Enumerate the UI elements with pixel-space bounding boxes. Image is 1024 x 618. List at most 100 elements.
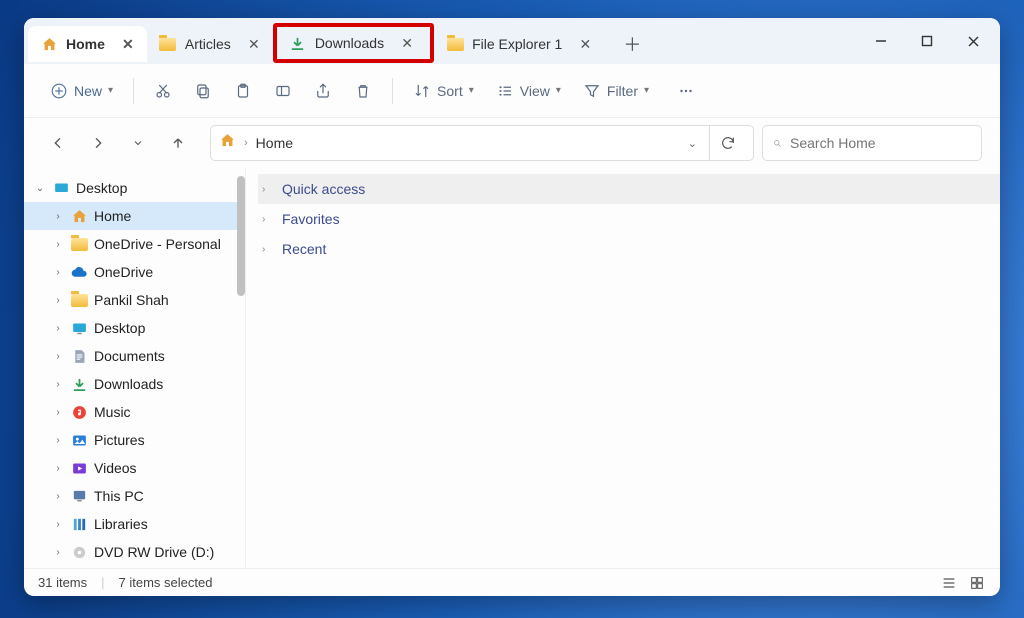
- close-icon[interactable]: ✕: [576, 35, 594, 53]
- libraries-icon: [70, 515, 88, 533]
- cloud-icon: [70, 263, 88, 281]
- scrollbar-thumb[interactable]: [237, 176, 245, 296]
- expand-icon[interactable]: ›: [52, 323, 64, 334]
- tab-bar: Home ✕ Articles ✕ Downloads ✕ File Explo…: [24, 18, 1000, 64]
- refresh-button[interactable]: [709, 125, 745, 161]
- collapse-icon[interactable]: ⌄: [34, 183, 46, 194]
- sidebar-item-label: Libraries: [94, 516, 148, 532]
- sidebar-item-label: Home: [94, 208, 131, 224]
- sidebar-item-label: OneDrive - Personal: [94, 236, 221, 252]
- sidebar-item-onedrive[interactable]: ›OneDrive: [24, 258, 245, 286]
- chevron-down-icon: ▾: [644, 85, 649, 96]
- expand-icon[interactable]: ›: [262, 244, 274, 255]
- expand-icon[interactable]: ›: [262, 214, 274, 225]
- folder-icon: [446, 35, 464, 53]
- section-recent[interactable]: ›Recent: [258, 234, 1000, 264]
- sidebar-item-label: DVD RW Drive (D:): [94, 544, 214, 560]
- close-icon[interactable]: ✕: [245, 35, 263, 53]
- new-tab-button[interactable]: ＋: [614, 26, 650, 62]
- thumbnails-view-button[interactable]: [968, 574, 986, 592]
- address-bar[interactable]: › Home ⌄: [210, 125, 754, 161]
- chevron-right-icon: ›: [244, 137, 248, 149]
- expand-icon[interactable]: ›: [52, 547, 64, 558]
- navigation-pane[interactable]: ⌄ Desktop › Home › OneDrive - Personal ›OneD…: [24, 168, 246, 568]
- new-label: New: [74, 83, 102, 99]
- expand-icon[interactable]: ›: [52, 211, 64, 222]
- cut-button[interactable]: [146, 74, 180, 108]
- view-button[interactable]: View ▾: [488, 74, 569, 108]
- sidebar-item-this-pc[interactable]: ›This PC: [24, 482, 245, 510]
- sidebar-item-label: Music: [94, 404, 131, 420]
- sidebar-item-downloads[interactable]: › Downloads: [24, 370, 245, 398]
- close-icon[interactable]: ✕: [119, 35, 137, 53]
- sidebar-item-dvd-rw-drive-d-[interactable]: › DVD RW Drive (D:): [24, 538, 245, 566]
- expand-icon[interactable]: ›: [52, 463, 64, 474]
- sidebar-item-documents[interactable]: › Documents: [24, 342, 245, 370]
- paste-button[interactable]: [226, 74, 260, 108]
- more-button[interactable]: [669, 74, 703, 108]
- section-quick-access[interactable]: ›Quick access: [258, 174, 1000, 204]
- expand-icon[interactable]: ›: [52, 379, 64, 390]
- sort-button[interactable]: Sort ▾: [405, 74, 482, 108]
- sidebar-item-music[interactable]: › Music: [24, 398, 245, 426]
- chevron-down-icon[interactable]: ⌄: [688, 137, 697, 150]
- expand-icon[interactable]: ›: [52, 435, 64, 446]
- window-controls: [858, 21, 996, 61]
- tab-articles[interactable]: Articles ✕: [147, 26, 273, 62]
- search-input[interactable]: [790, 135, 971, 151]
- pictures-icon: [70, 431, 88, 449]
- maximize-button[interactable]: [904, 21, 950, 61]
- recent-locations-button[interactable]: [122, 127, 154, 159]
- sidebar-item-label: Downloads: [94, 376, 163, 392]
- tab-label: File Explorer 1: [472, 36, 562, 52]
- sidebar-item-pankil-shah[interactable]: ›Pankil Shah: [24, 286, 245, 314]
- sidebar-item-home[interactable]: › Home: [24, 202, 245, 230]
- file-explorer-window: Home ✕ Articles ✕ Downloads ✕ File Explo…: [24, 18, 1000, 596]
- sidebar-item-label: Desktop: [76, 180, 127, 196]
- back-button[interactable]: [42, 127, 74, 159]
- expand-icon[interactable]: ›: [52, 351, 64, 362]
- sidebar-item-label: Documents: [94, 348, 165, 364]
- close-window-button[interactable]: [950, 21, 996, 61]
- breadcrumb-segment[interactable]: Home: [256, 135, 293, 151]
- close-icon[interactable]: ✕: [398, 34, 416, 52]
- copy-button[interactable]: [186, 74, 220, 108]
- sidebar-item-label: Pictures: [94, 432, 145, 448]
- share-button[interactable]: [306, 74, 340, 108]
- selection-count: 7 items selected: [119, 575, 213, 590]
- expand-icon[interactable]: ›: [52, 407, 64, 418]
- tab-downloads[interactable]: Downloads ✕: [277, 25, 426, 61]
- sidebar-item-desktop[interactable]: ›Desktop: [24, 314, 245, 342]
- annotation-highlight: Downloads ✕: [273, 23, 434, 63]
- expand-icon[interactable]: ›: [52, 295, 64, 306]
- expand-icon[interactable]: ›: [262, 184, 274, 195]
- tab-file-explorer-1[interactable]: File Explorer 1 ✕: [434, 26, 604, 62]
- item-count: 31 items: [38, 575, 87, 590]
- sidebar-item-videos[interactable]: ›Videos: [24, 454, 245, 482]
- search-box[interactable]: [762, 125, 982, 161]
- rename-button[interactable]: [266, 74, 300, 108]
- new-button[interactable]: New ▾: [42, 74, 121, 108]
- delete-button[interactable]: [346, 74, 380, 108]
- expand-icon[interactable]: ›: [52, 239, 64, 250]
- content-pane[interactable]: ›Quick access›Favorites›Recent: [246, 168, 1000, 568]
- body: ⌄ Desktop › Home › OneDrive - Personal ›OneD…: [24, 168, 1000, 568]
- details-view-button[interactable]: [940, 574, 958, 592]
- forward-button[interactable]: [82, 127, 114, 159]
- filter-button[interactable]: Filter ▾: [575, 74, 657, 108]
- expand-icon[interactable]: ›: [52, 267, 64, 278]
- tab-home[interactable]: Home ✕: [28, 26, 147, 62]
- folder-icon: [70, 291, 88, 309]
- minimize-button[interactable]: [858, 21, 904, 61]
- expand-icon[interactable]: ›: [52, 491, 64, 502]
- up-button[interactable]: [162, 127, 194, 159]
- download-icon: [289, 34, 307, 52]
- sidebar-item-desktop-root[interactable]: ⌄ Desktop: [24, 174, 245, 202]
- expand-icon[interactable]: ›: [52, 519, 64, 530]
- section-favorites[interactable]: ›Favorites: [258, 204, 1000, 234]
- tab-label: Articles: [185, 36, 231, 52]
- sidebar-item-onedrive-personal[interactable]: › OneDrive - Personal: [24, 230, 245, 258]
- folder-icon: [70, 235, 88, 253]
- sidebar-item-pictures[interactable]: › Pictures: [24, 426, 245, 454]
- sidebar-item-libraries[interactable]: › Libraries: [24, 510, 245, 538]
